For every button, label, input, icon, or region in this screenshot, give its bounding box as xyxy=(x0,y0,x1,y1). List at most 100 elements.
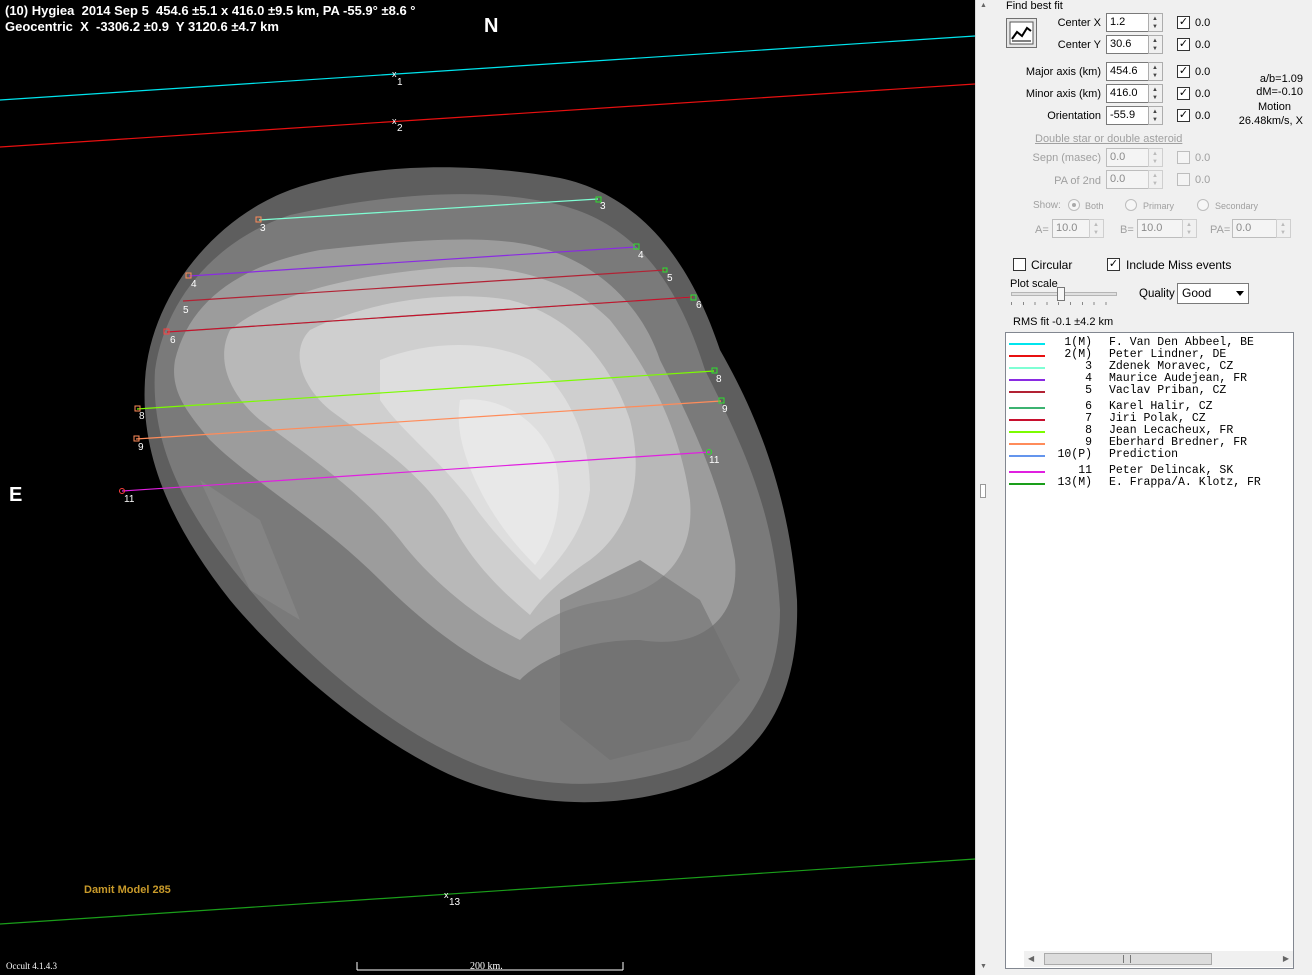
observer-name: Vaclav Priban, CZ xyxy=(1109,384,1227,397)
center-x-label: Center X xyxy=(1057,17,1101,29)
show-both-label: Both xyxy=(1085,201,1104,211)
find-best-fit-label: Find best fit xyxy=(1006,0,1063,12)
minor-axis-spinner[interactable]: ▲ ▼ xyxy=(1148,84,1163,103)
model-label: Damit Model 285 xyxy=(84,884,171,896)
chord-label: 9 xyxy=(138,442,144,453)
observer-name: Prediction xyxy=(1109,448,1179,461)
scroll-right-icon[interactable]: ▶ xyxy=(1283,954,1289,963)
a-label: A= xyxy=(1035,224,1049,236)
chord-2 xyxy=(0,83,975,148)
center-y-label: Center Y xyxy=(1057,39,1101,51)
show-primary-label: Primary xyxy=(1143,201,1174,211)
event-title: (10) Hygiea 2014 Sep 5 454.6 ±5.1 x 416.… xyxy=(5,3,416,18)
observer-number: 5 xyxy=(1085,384,1092,397)
quality-dropdown[interactable]: Good xyxy=(1177,283,1249,304)
center-x-input[interactable]: 1.2 xyxy=(1106,13,1150,32)
observer-list[interactable]: 1(M) F. Van Den Abbeel, BE 2(M) Peter Lindn… xyxy=(1005,332,1294,969)
chord-label: 5 xyxy=(667,273,673,284)
observer-row[interactable]: 13(M) E. Frappa/A. Klotz, FR xyxy=(1006,477,1293,489)
splitter-grip[interactable] xyxy=(980,484,986,498)
include-miss-label: Include Miss events xyxy=(1126,258,1232,272)
b-label: B= xyxy=(1120,224,1134,236)
separation-spinner[interactable]: ▲ ▼ xyxy=(1148,148,1163,167)
orientation-spinner[interactable]: ▲ ▼ xyxy=(1148,106,1163,125)
pa-second-checkbox[interactable] xyxy=(1177,173,1190,186)
observer-color-swatch xyxy=(1009,455,1045,457)
pa-input[interactable]: 0.0 xyxy=(1232,219,1278,238)
hscroll-grip xyxy=(1123,955,1131,963)
center-x-offset: 0.0 xyxy=(1195,17,1211,29)
chord-label: 4 xyxy=(191,279,197,290)
circular-label: Circular xyxy=(1031,258,1073,272)
chord-label: 5 xyxy=(183,305,189,316)
separation-input[interactable]: 0.0 xyxy=(1106,148,1150,167)
minor-axis-input[interactable]: 416.0 xyxy=(1106,84,1150,103)
observer-color-swatch xyxy=(1009,343,1045,345)
orientation-checkbox[interactable]: ✓ xyxy=(1177,109,1190,122)
double-star-link[interactable]: Double star or double asteroid xyxy=(1035,133,1182,145)
scroll-left-icon[interactable]: ◀ xyxy=(1028,954,1034,963)
plot-scale-label: Plot scale xyxy=(1010,278,1058,290)
occultation-plot[interactable]: x x x 1 2 3 3 4 4 5 5 6 6 8 8 9 9 11 11 … xyxy=(0,0,975,975)
observer-row[interactable]: 10(P) Prediction xyxy=(1006,449,1293,461)
major-axis-spinner[interactable]: ▲ ▼ xyxy=(1148,62,1163,81)
b-spinner[interactable]: ▲ ▼ xyxy=(1182,219,1197,238)
a-input[interactable]: 10.0 xyxy=(1052,219,1090,238)
observer-color-swatch xyxy=(1009,367,1045,369)
version-label: Occult 4.1.4.3 xyxy=(6,961,57,971)
find-best-fit-button[interactable] xyxy=(1006,18,1037,48)
motion-value: 26.48km/s, X xyxy=(1238,115,1303,127)
pa-second-spinner[interactable]: ▲ ▼ xyxy=(1148,170,1163,189)
major-axis-label: Major axis (km) xyxy=(1025,66,1101,78)
a-spinner[interactable]: ▲ ▼ xyxy=(1089,219,1104,238)
include-miss-checkbox[interactable]: ✓ xyxy=(1107,258,1120,271)
pa-label: PA= xyxy=(1210,224,1231,236)
chord-label: 2 xyxy=(397,123,403,134)
panel-splitter[interactable]: ▲ ▼ xyxy=(975,0,989,975)
pa-spinner[interactable]: ▲ ▼ xyxy=(1276,219,1291,238)
separation-label: Sepn (masec) xyxy=(1032,152,1101,164)
observer-color-swatch xyxy=(1009,391,1045,393)
major-axis-input[interactable]: 454.6 xyxy=(1106,62,1150,81)
show-secondary-radio[interactable] xyxy=(1197,199,1209,211)
chord-label: 4 xyxy=(638,250,644,261)
chord-label: 9 xyxy=(722,404,728,415)
observer-color-swatch xyxy=(1009,379,1045,381)
observer-color-swatch xyxy=(1009,471,1045,473)
observer-row[interactable]: 5 Vaclav Priban, CZ xyxy=(1006,385,1293,397)
major-axis-checkbox[interactable]: ✓ xyxy=(1177,65,1190,78)
orientation-input[interactable]: -55.9 xyxy=(1106,106,1150,125)
show-label: Show: xyxy=(1033,200,1061,211)
minor-axis-checkbox[interactable]: ✓ xyxy=(1177,87,1190,100)
geocentric-coordinates: Geocentric X -3306.2 ±0.9 Y 3120.6 ±4.7 … xyxy=(5,19,279,34)
asteroid-shape-model xyxy=(144,167,798,803)
collapse-down-icon: ▼ xyxy=(980,963,987,970)
separation-checkbox[interactable] xyxy=(1177,151,1190,164)
pa-second-input[interactable]: 0.0 xyxy=(1106,170,1150,189)
chord-1 xyxy=(0,35,975,101)
quality-label: Quality xyxy=(1139,288,1175,300)
scale-label: 200 km. xyxy=(470,961,503,972)
orientation-label: Orientation xyxy=(1047,110,1101,122)
center-y-input[interactable]: 30.6 xyxy=(1106,35,1150,54)
chord-label: 1 xyxy=(397,77,403,88)
show-primary-radio[interactable] xyxy=(1125,199,1137,211)
observer-list-hscroll[interactable]: ◀ ▶ xyxy=(1024,951,1293,967)
observer-color-swatch xyxy=(1009,483,1045,485)
chord-label: 11 xyxy=(124,494,135,505)
center-y-checkbox[interactable]: ✓ xyxy=(1177,38,1190,51)
chevron-down-icon xyxy=(1236,291,1244,296)
show-both-radio[interactable] xyxy=(1068,199,1080,211)
center-x-checkbox[interactable]: ✓ xyxy=(1177,16,1190,29)
circular-checkbox[interactable] xyxy=(1013,258,1026,271)
b-input[interactable]: 10.0 xyxy=(1137,219,1185,238)
orientation-offset: 0.0 xyxy=(1195,110,1211,122)
center-y-spinner[interactable]: ▲ ▼ xyxy=(1148,35,1163,54)
observer-number: 13(M) xyxy=(1057,476,1092,489)
center-x-spinner[interactable]: ▲ ▼ xyxy=(1148,13,1163,32)
plot-canvas: x x x 1 2 3 3 4 4 5 5 6 6 8 8 9 9 11 11 … xyxy=(0,35,975,971)
plot-scale-thumb[interactable] xyxy=(1057,287,1065,301)
chord-label: 13 xyxy=(449,897,461,908)
observer-color-swatch xyxy=(1009,419,1045,421)
observer-number: 10(P) xyxy=(1057,448,1092,461)
